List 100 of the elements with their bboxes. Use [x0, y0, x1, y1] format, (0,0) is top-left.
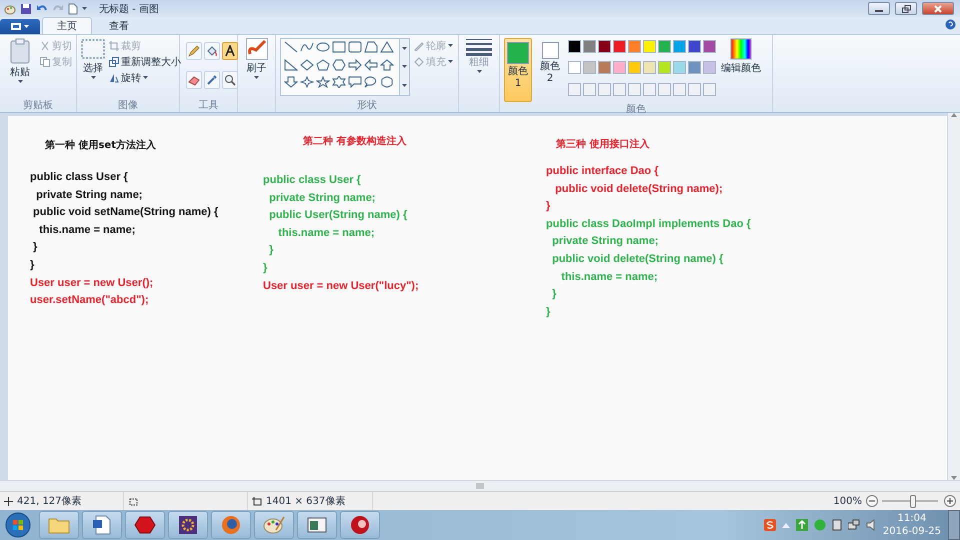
palette-swatch[interactable]	[568, 40, 581, 53]
palette-swatch[interactable]	[643, 61, 656, 74]
line-weights-icon	[466, 38, 492, 56]
empty-swatch[interactable]	[703, 82, 716, 96]
crop-icon	[109, 40, 119, 50]
palette-swatch[interactable]	[598, 40, 611, 53]
slider-thumb[interactable]	[910, 494, 916, 508]
code-line: User user = new User();	[30, 276, 154, 291]
app-menu-button[interactable]	[0, 19, 40, 34]
ribbon-tab[interactable]: 查看	[94, 17, 144, 34]
empty-swatch[interactable]	[673, 82, 686, 96]
rotate-button[interactable]: 旋转	[109, 70, 181, 85]
code-line: public class User {	[263, 173, 362, 188]
shape-icon	[300, 41, 314, 53]
palette-swatch[interactable]	[703, 61, 716, 74]
crosshair-icon	[4, 496, 13, 506]
group-label: 形状	[356, 98, 378, 112]
network-icon	[848, 519, 860, 531]
select-button[interactable]: 选择	[81, 38, 105, 98]
code-line: User user = new User("lucy");	[263, 278, 419, 294]
caret-icon	[18, 80, 22, 83]
eraser-icon	[188, 74, 200, 86]
zoom-out-button[interactable]	[866, 495, 878, 507]
window-title: 无标题 - 画图	[99, 2, 159, 16]
shape-icon	[364, 41, 378, 53]
palette-swatch[interactable]	[703, 40, 716, 53]
close-button[interactable]	[922, 2, 954, 15]
scissors-icon	[40, 40, 50, 50]
brush-icon	[246, 38, 268, 60]
taskbar-app-button[interactable]	[297, 511, 337, 539]
empty-swatch[interactable]	[628, 82, 641, 96]
empty-swatch[interactable]	[568, 82, 581, 96]
windows-orb-icon	[5, 512, 31, 538]
save-icon	[20, 2, 32, 14]
minimize-button[interactable]	[868, 2, 890, 15]
palette-swatch[interactable]	[673, 61, 686, 74]
help-icon	[945, 18, 956, 30]
code-line: }	[546, 199, 552, 214]
canvas-size-icon	[252, 496, 262, 506]
taskbar-app-button[interactable]	[82, 511, 122, 539]
palette-swatch[interactable]	[613, 40, 626, 53]
plus-icon	[947, 498, 953, 504]
empty-swatch[interactable]	[643, 82, 656, 96]
color-selector-button[interactable]: 颜色 1	[504, 38, 532, 102]
brush-button[interactable]: 刷子	[242, 38, 271, 112]
taskbar-app-button[interactable]	[340, 511, 380, 539]
hexagon-icon	[134, 515, 156, 535]
resize-button[interactable]: 重新调整大小	[109, 54, 181, 69]
window-icon	[306, 515, 328, 535]
tool-button[interactable]	[204, 71, 220, 89]
scroll-grip-icon	[476, 483, 484, 489]
sphere-icon	[349, 515, 371, 535]
code-line: public class User {	[30, 170, 129, 185]
empty-swatch[interactable]	[583, 82, 596, 96]
palette-swatch[interactable]	[583, 40, 596, 53]
empty-swatch[interactable]	[658, 82, 671, 96]
palette-swatch[interactable]	[583, 61, 596, 74]
code-line: public interface Dao {	[546, 164, 660, 179]
drawing-canvas[interactable]	[8, 116, 947, 480]
shape-icon	[316, 76, 330, 88]
ribbon-tab[interactable]: 主页	[42, 17, 92, 34]
palette-swatch[interactable]	[658, 40, 671, 53]
palette-swatch[interactable]	[688, 61, 701, 74]
paste-button[interactable]: 粘贴	[4, 38, 36, 98]
palette-swatch[interactable]	[658, 61, 671, 74]
code-line: private String name;	[35, 188, 144, 203]
zoom-level: 100%	[833, 496, 862, 506]
code-line: public User(String name) {	[268, 208, 408, 224]
code-line: }	[551, 287, 558, 302]
palette-swatch[interactable]	[568, 61, 581, 74]
zoom-in-button[interactable]	[944, 495, 956, 507]
palette-swatch[interactable]	[643, 40, 656, 53]
taskbar-app-button[interactable]	[168, 511, 208, 539]
palette-swatch[interactable]	[598, 61, 611, 74]
empty-swatch[interactable]	[613, 82, 626, 96]
restore-button[interactable]	[895, 2, 917, 15]
code-line: this.name = name;	[38, 222, 136, 238]
heading-text: 第一种 使用set方法注入	[45, 138, 157, 152]
code-line: }	[546, 304, 552, 320]
new-page-icon	[68, 2, 78, 14]
code-line: user.setName("abcd");	[30, 293, 150, 308]
tool-button[interactable]	[204, 42, 220, 60]
taskbar-app-button[interactable]	[211, 511, 251, 539]
caret-icon	[448, 44, 453, 47]
palette-swatch[interactable]	[688, 40, 701, 53]
code-line: private String name;	[551, 234, 660, 250]
color-selector-button[interactable]: 颜色 2	[536, 38, 564, 102]
empty-swatch[interactable]	[688, 82, 701, 96]
tool-button[interactable]	[222, 71, 238, 89]
palette-swatch[interactable]	[628, 40, 641, 53]
taskbar-app-button[interactable]	[125, 511, 165, 539]
palette-swatch[interactable]	[613, 61, 626, 74]
tool-button[interactable]	[222, 42, 238, 60]
palette-swatch[interactable]	[673, 40, 686, 53]
tool-button[interactable]	[186, 71, 202, 89]
edit-colors-button[interactable]: 编辑颜色	[720, 38, 762, 102]
group-label: 图像	[117, 99, 139, 112]
tool-button[interactable]	[186, 42, 202, 60]
palette-swatch[interactable]	[628, 61, 641, 74]
empty-swatch[interactable]	[598, 82, 611, 96]
